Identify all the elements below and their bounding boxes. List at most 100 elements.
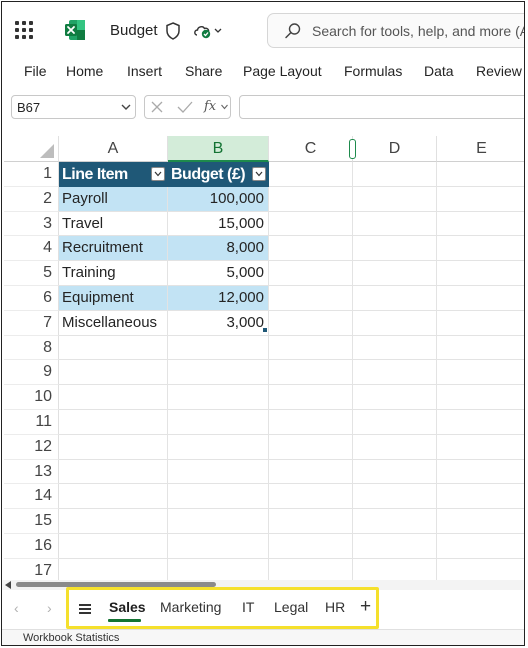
budget-cell[interactable]: 15,000 — [168, 211, 269, 237]
chevron-down-icon[interactable] — [221, 104, 228, 110]
grid-cell[interactable] — [168, 459, 269, 485]
grid-cell[interactable] — [437, 261, 524, 286]
budget-cell[interactable]: 5,000 — [168, 261, 269, 286]
sensitivity-shield-icon[interactable] — [165, 22, 181, 40]
row-header[interactable]: 13 — [4, 459, 59, 485]
menu-formulas[interactable]: Formulas — [344, 63, 402, 79]
insert-function-button[interactable]: fx — [204, 99, 216, 114]
grid-cell[interactable] — [168, 335, 269, 361]
grid-cell[interactable] — [269, 236, 353, 262]
grid-cell[interactable] — [353, 484, 437, 510]
column-header-a[interactable]: A — [59, 136, 168, 162]
grid-cell[interactable] — [168, 534, 269, 559]
menu-data[interactable]: Data — [424, 63, 454, 79]
line-item-cell[interactable]: Equipment — [59, 286, 168, 311]
grid-cell[interactable] — [437, 212, 524, 237]
row-header[interactable]: 11 — [4, 410, 59, 435]
grid-cell[interactable] — [168, 360, 269, 386]
grid-cell[interactable] — [353, 534, 437, 559]
grid-cell[interactable] — [168, 385, 269, 410]
grid-cell[interactable] — [269, 211, 353, 237]
grid-cell[interactable] — [168, 434, 269, 460]
row-header[interactable]: 9 — [4, 360, 59, 386]
grid-cell[interactable] — [353, 310, 437, 336]
column-header-c[interactable]: C — [269, 136, 353, 162]
document-title[interactable]: Budget — [110, 22, 158, 39]
grid-cell[interactable] — [59, 484, 168, 510]
grid-cell[interactable] — [168, 410, 269, 435]
menu-share[interactable]: Share — [185, 63, 222, 79]
column-header-d[interactable]: D — [353, 136, 437, 162]
row-header[interactable]: 8 — [4, 335, 59, 361]
row-header[interactable]: 6 — [4, 286, 59, 311]
grid-cell[interactable] — [353, 459, 437, 485]
budget-cell[interactable]: 12,000 — [168, 286, 269, 311]
grid-cell[interactable] — [437, 385, 524, 410]
grid-cell[interactable] — [269, 410, 353, 435]
line-item-cell[interactable]: Miscellaneous — [59, 310, 168, 336]
grid-cell[interactable] — [59, 434, 168, 460]
grid-cell[interactable] — [353, 509, 437, 534]
grid-cell[interactable] — [353, 162, 437, 187]
grid-cell[interactable] — [269, 310, 353, 336]
grid-cell[interactable] — [269, 360, 353, 386]
grid-cell[interactable] — [437, 534, 524, 559]
grid-cell[interactable] — [59, 459, 168, 485]
row-header[interactable]: 1 — [4, 162, 59, 187]
line-item-cell[interactable]: Travel — [59, 211, 168, 237]
menu-home[interactable]: Home — [66, 63, 103, 79]
worksheet-grid[interactable]: A B C D E 1 2 3 4 5 6 7 8 9 10 11 12 13 14 15 16 17 Line… — [2, 136, 524, 584]
saved-to-cloud-icon[interactable] — [193, 23, 223, 39]
row-header[interactable]: 5 — [4, 261, 59, 286]
row-header[interactable]: 3 — [4, 211, 59, 237]
grid-cell[interactable] — [437, 509, 524, 534]
grid-cell[interactable] — [168, 484, 269, 510]
table-header-budget[interactable]: Budget (£) — [168, 162, 269, 187]
select-all-button[interactable] — [4, 136, 59, 162]
grid-cell[interactable] — [437, 311, 524, 336]
budget-cell[interactable]: 8,000 — [168, 236, 269, 262]
grid-cell[interactable] — [269, 534, 353, 559]
menu-review[interactable]: Review — [476, 63, 522, 79]
grid-cell[interactable] — [269, 434, 353, 460]
grid-cell[interactable] — [437, 484, 524, 510]
grid-cell[interactable] — [269, 484, 353, 510]
grid-cell[interactable] — [353, 410, 437, 435]
grid-cell[interactable] — [437, 336, 524, 361]
budget-cell[interactable]: 100,000 — [168, 186, 269, 212]
grid-cell[interactable] — [59, 410, 168, 435]
filter-dropdown-button[interactable] — [252, 167, 266, 181]
menu-file[interactable]: File — [24, 63, 47, 79]
grid-cell[interactable] — [353, 211, 437, 237]
grid-cell[interactable] — [437, 286, 524, 311]
confirm-edit-icon[interactable] — [177, 100, 193, 114]
scroll-left-arrow-icon[interactable] — [5, 581, 11, 589]
grid-cell[interactable] — [353, 236, 437, 262]
workbook-statistics-button[interactable]: Workbook Statistics — [23, 632, 119, 644]
budget-cell[interactable]: 3,000 — [168, 310, 269, 336]
row-header[interactable]: 7 — [4, 310, 59, 336]
table-header-line-item[interactable]: Line Item — [59, 162, 168, 187]
grid-cell[interactable] — [59, 335, 168, 361]
cancel-edit-icon[interactable] — [150, 100, 164, 114]
row-header[interactable]: 14 — [4, 484, 59, 510]
column-resize-handle[interactable] — [349, 139, 356, 159]
next-sheet-icon[interactable]: › — [47, 600, 52, 616]
grid-cell[interactable] — [59, 534, 168, 559]
grid-cell[interactable] — [437, 435, 524, 460]
grid-cell[interactable] — [59, 385, 168, 410]
grid-cell[interactable] — [353, 385, 437, 410]
grid-cell[interactable] — [269, 162, 353, 187]
row-header[interactable]: 16 — [4, 534, 59, 559]
row-header[interactable]: 10 — [4, 385, 59, 410]
grid-cell[interactable] — [353, 434, 437, 460]
grid-cell[interactable] — [437, 360, 524, 386]
row-header[interactable]: 4 — [4, 236, 59, 262]
grid-cell[interactable] — [269, 459, 353, 485]
fill-handle[interactable] — [262, 327, 268, 333]
menu-page-layout[interactable]: Page Layout — [243, 63, 322, 79]
grid-cell[interactable] — [437, 162, 524, 187]
filter-dropdown-button[interactable] — [151, 167, 165, 181]
grid-cell[interactable] — [269, 335, 353, 361]
grid-cell[interactable] — [437, 236, 524, 262]
